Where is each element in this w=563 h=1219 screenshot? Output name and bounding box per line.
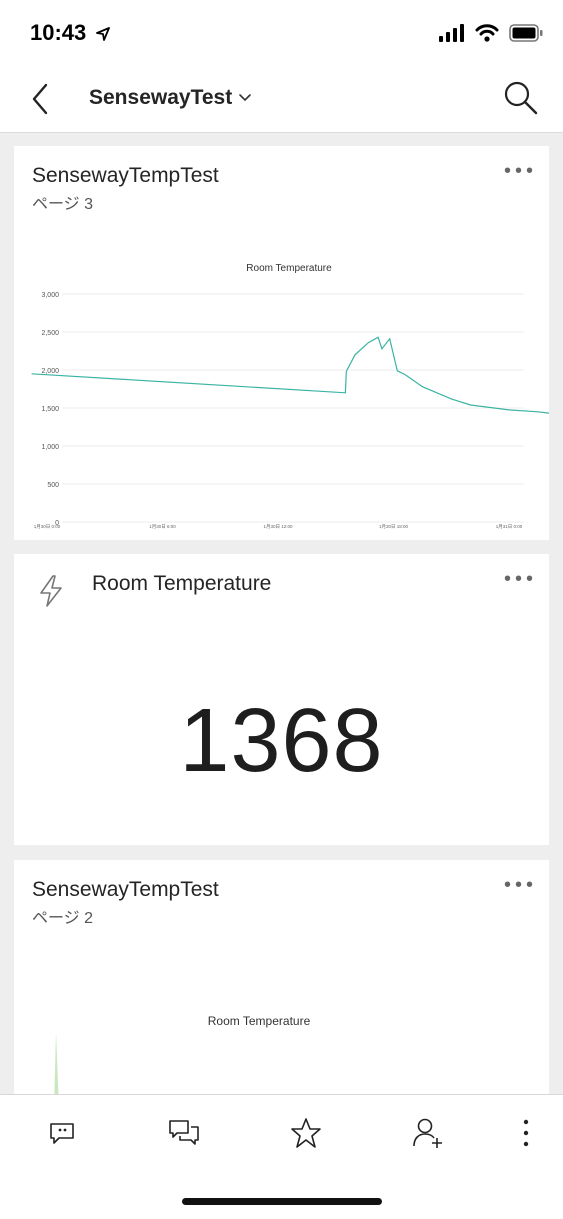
chevron-down-icon	[239, 94, 251, 102]
x-tick-label: 1月30日 6:00	[149, 524, 176, 530]
y-tick-label: 2,000	[41, 368, 59, 375]
y-tick-label: 1,500	[41, 406, 59, 413]
x-tick-label: 1月30日 18:00	[379, 524, 409, 530]
cellular-signal-icon	[439, 24, 464, 42]
share-button[interactable]	[408, 1113, 448, 1153]
status-bar: 10:43	[0, 0, 563, 66]
lightning-bolt-icon[interactable]	[38, 574, 64, 608]
room-temperature-chart: Room Temperature 3,000 2,500 2,000 1,500 1,0…	[31, 263, 549, 530]
more-vertical-icon	[523, 1119, 529, 1147]
search-icon	[504, 81, 538, 115]
status-time: 10:43	[30, 20, 87, 45]
conversations-button[interactable]	[164, 1113, 204, 1153]
chart-title: Room Temperature	[207, 1014, 311, 1028]
y-tick-label: 1,000	[41, 444, 59, 451]
tile-subtitle: ページ 2	[32, 910, 94, 927]
kpi-tile[interactable]: Room Temperature ••• 1368	[14, 554, 549, 845]
more-options-button[interactable]: •••	[504, 875, 537, 895]
search-button[interactable]	[503, 80, 539, 116]
y-tick-label: 3,000	[41, 292, 59, 299]
back-button[interactable]	[26, 81, 56, 117]
x-tick-label: 1月31日 0:00	[496, 524, 523, 530]
y-tick-label: 2,500	[41, 330, 59, 337]
tile-title: SensewayTempTest	[32, 878, 219, 901]
page-title: SensewayTest	[89, 86, 233, 109]
favorite-star-icon	[291, 1118, 321, 1148]
kpi-value: 1368	[179, 691, 384, 791]
location-arrow-icon	[96, 27, 110, 41]
tile-title: Room Temperature	[92, 572, 272, 595]
chart-tile[interactable]: SensewayTempTest ページ 2 ••• Room Temperat…	[14, 860, 549, 1100]
chart-spike	[54, 1032, 59, 1100]
status-icons	[439, 24, 543, 42]
app-header: SensewayTest	[0, 66, 563, 133]
comment-button[interactable]	[42, 1113, 82, 1153]
share-person-icon	[413, 1118, 442, 1148]
chevron-left-icon	[32, 83, 48, 115]
more-options-button[interactable]: •••	[504, 569, 537, 589]
chart-title: Room Temperature	[246, 263, 332, 274]
x-tick-label: 1月30日 12:00	[263, 524, 293, 530]
x-tick-label: 1月30日 0:00	[34, 524, 61, 530]
more-button[interactable]	[506, 1113, 546, 1153]
temperature-series-line	[31, 336, 549, 414]
wifi-icon	[475, 24, 499, 42]
favorite-button[interactable]	[286, 1113, 326, 1153]
home-indicator	[182, 1198, 382, 1205]
chart-tile[interactable]: SensewayTempTest ページ 3 ••• Room Temperat…	[14, 146, 549, 540]
conversations-icon	[169, 1120, 199, 1145]
battery-icon	[509, 24, 543, 42]
y-tick-label: 500	[47, 482, 59, 489]
workspace-selector[interactable]: SensewayTest	[89, 86, 252, 110]
comment-icon	[50, 1123, 74, 1144]
